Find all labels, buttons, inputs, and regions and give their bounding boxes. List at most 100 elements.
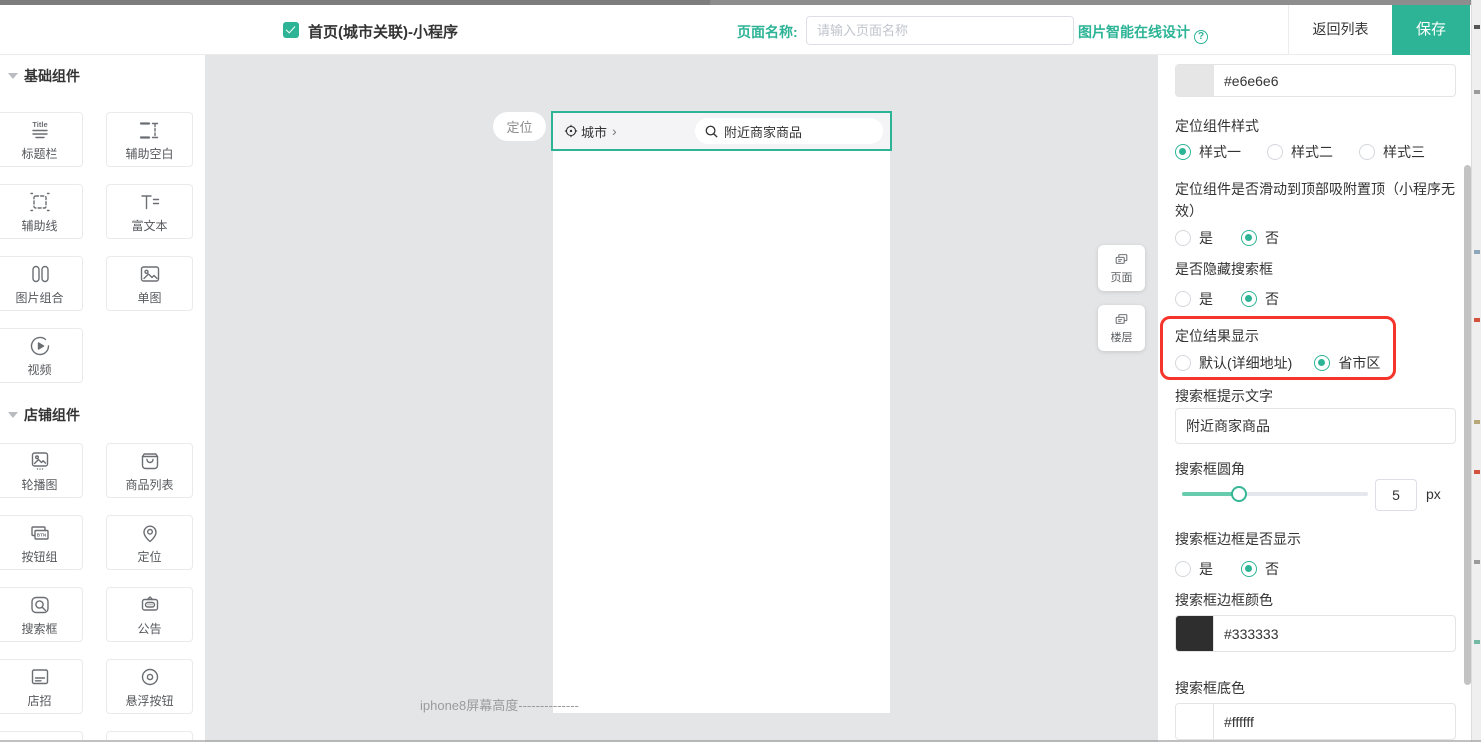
component-card-partial[interactable] <box>106 731 193 740</box>
header-bar: 首页(城市关联)-小程序 页面名称: 图片智能在线设计? 返回列表 保存 <box>0 5 1481 55</box>
card-label: 视频 <box>27 361 51 378</box>
radio-border-no[interactable]: 否 <box>1241 559 1279 579</box>
border-color-field[interactable]: #333333 <box>1175 615 1456 652</box>
component-card-image-group[interactable]: 图片组合 <box>0 256 83 311</box>
location-icon <box>137 521 163 545</box>
hint-text-input[interactable] <box>1175 408 1456 444</box>
radio-sticky-yes[interactable]: 是 <box>1175 228 1213 248</box>
card-label: 图片组合 <box>15 289 63 306</box>
component-card-search-box[interactable]: 搜索框 <box>0 587 83 642</box>
card-label: 标题栏 <box>21 145 57 162</box>
page-title: 首页(城市关联)-小程序 <box>308 21 458 42</box>
help-icon[interactable]: ? <box>1194 30 1208 44</box>
border-show-label: 搜索框边框是否显示 <box>1175 529 1301 549</box>
component-card-float-button[interactable]: 悬浮按钮 <box>106 659 193 714</box>
radius-unit: px <box>1426 486 1441 502</box>
component-card-single-image[interactable]: 单图 <box>106 256 193 311</box>
component-card-product-list[interactable]: 商品列表 <box>106 443 193 498</box>
radio-result-default[interactable]: 默认(详细地址) <box>1175 353 1292 373</box>
single-image-icon <box>137 262 163 286</box>
blank-space-icon <box>137 118 163 142</box>
radio-icon[interactable] <box>1175 291 1191 307</box>
float-button-label: 楼层 <box>1111 329 1133 345</box>
radius-number-input[interactable] <box>1375 479 1417 511</box>
section-title: 基础组件 <box>24 66 80 86</box>
radio-icon[interactable] <box>1175 561 1191 577</box>
page-bg-color-field[interactable]: #e6e6e6 <box>1175 64 1456 97</box>
city-selector[interactable]: 城市 › <box>564 113 617 149</box>
radio-icon[interactable] <box>1314 355 1330 371</box>
guide-line-icon <box>27 190 53 214</box>
floor-settings-button[interactable]: 楼层 <box>1098 305 1145 351</box>
search-box-icon <box>27 593 53 617</box>
product-list-icon <box>137 449 163 473</box>
component-card-video[interactable]: 视频 <box>0 328 83 383</box>
location-component-selected[interactable]: 城市 › 附近商家商品 <box>551 111 892 151</box>
component-card-blank-space[interactable]: 辅助空白 <box>106 112 193 167</box>
radio-icon[interactable] <box>1175 355 1191 371</box>
component-card-carousel[interactable]: 轮播图 <box>0 443 83 498</box>
border-show-radio-group: 是 否 <box>1175 559 1279 579</box>
svg-text:Title: Title <box>32 120 47 129</box>
radius-slider-thumb[interactable] <box>1231 486 1247 502</box>
component-card-notice[interactable]: 公告 <box>106 587 193 642</box>
section-shop-components[interactable]: 店铺组件 <box>8 406 80 424</box>
radio-border-yes[interactable]: 是 <box>1175 559 1213 579</box>
component-card-guide-line[interactable]: 辅助线 <box>0 184 83 239</box>
radio-style-3[interactable]: 样式三 <box>1359 142 1425 162</box>
radio-icon[interactable] <box>1267 144 1283 160</box>
component-tag-pill: 定位 <box>493 112 546 141</box>
carousel-icon <box>27 449 53 473</box>
save-button[interactable]: 保存 <box>1392 5 1470 55</box>
design-canvas[interactable]: 定位 城市 › 附近商家商品 iphone8屏幕高度--------------… <box>205 55 1158 742</box>
radio-hide-no[interactable]: 否 <box>1241 289 1279 309</box>
card-label: 辅助空白 <box>125 145 173 162</box>
search-box-preview[interactable]: 附近商家商品 <box>695 118 883 144</box>
phone-preview-body[interactable] <box>553 151 890 713</box>
store-sign-icon <box>27 665 53 689</box>
result-radio-group: 默认(详细地址) 省市区 <box>1175 353 1380 373</box>
radius-label: 搜索框圆角 <box>1175 459 1245 479</box>
color-swatch[interactable] <box>1176 616 1214 651</box>
back-to-list-button[interactable]: 返回列表 <box>1289 5 1392 54</box>
component-card-location[interactable]: 定位 <box>106 515 193 570</box>
color-swatch[interactable] <box>1176 704 1214 739</box>
style-label: 定位组件样式 <box>1175 116 1259 136</box>
component-card-store-sign[interactable]: 店招 <box>0 659 83 714</box>
screen-height-note: iphone8屏幕高度-------------- <box>420 695 579 714</box>
page-settings-button[interactable]: 页面 <box>1098 245 1145 291</box>
result-display-label: 定位结果显示 <box>1175 326 1259 346</box>
radio-hide-yes[interactable]: 是 <box>1175 289 1213 309</box>
page-checkbox[interactable] <box>283 22 299 38</box>
card-label: 按钮组 <box>21 548 57 565</box>
component-card-partial[interactable] <box>0 731 83 740</box>
hide-search-radio-group: 是 否 <box>1175 289 1279 309</box>
page-name-input[interactable] <box>806 16 1074 45</box>
component-card-title-bar[interactable]: Title 标题栏 <box>0 112 83 167</box>
card-label: 富文本 <box>131 217 167 234</box>
float-button-icon <box>137 665 163 689</box>
component-card-button-group[interactable]: BTN 按钮组 <box>0 515 83 570</box>
radio-icon[interactable] <box>1241 230 1257 246</box>
radio-style-1[interactable]: 样式一 <box>1175 142 1241 162</box>
search-bg-color-field[interactable]: #ffffff <box>1175 703 1456 740</box>
radius-slider-track[interactable] <box>1182 492 1368 496</box>
smart-design-link[interactable]: 图片智能在线设计? <box>1078 22 1208 44</box>
radio-icon[interactable] <box>1241 561 1257 577</box>
radio-result-region[interactable]: 省市区 <box>1314 353 1380 373</box>
city-label: 城市 <box>581 122 607 141</box>
color-swatch[interactable] <box>1176 65 1214 96</box>
radio-icon[interactable] <box>1175 144 1191 160</box>
component-card-rich-text[interactable]: 富文本 <box>106 184 193 239</box>
page-name-label: 页面名称: <box>737 22 798 42</box>
panel-scrollbar[interactable] <box>1464 165 1471 685</box>
collapse-triangle-icon <box>8 412 18 418</box>
radio-icon[interactable] <box>1175 230 1191 246</box>
radio-style-2[interactable]: 样式二 <box>1267 142 1333 162</box>
style-radio-group: 样式一 样式二 样式三 <box>1175 142 1425 162</box>
radio-icon[interactable] <box>1241 291 1257 307</box>
radio-icon[interactable] <box>1359 144 1375 160</box>
radio-sticky-no[interactable]: 否 <box>1241 228 1279 248</box>
card-label: 定位 <box>137 548 161 565</box>
section-basic-components[interactable]: 基础组件 <box>8 67 80 85</box>
